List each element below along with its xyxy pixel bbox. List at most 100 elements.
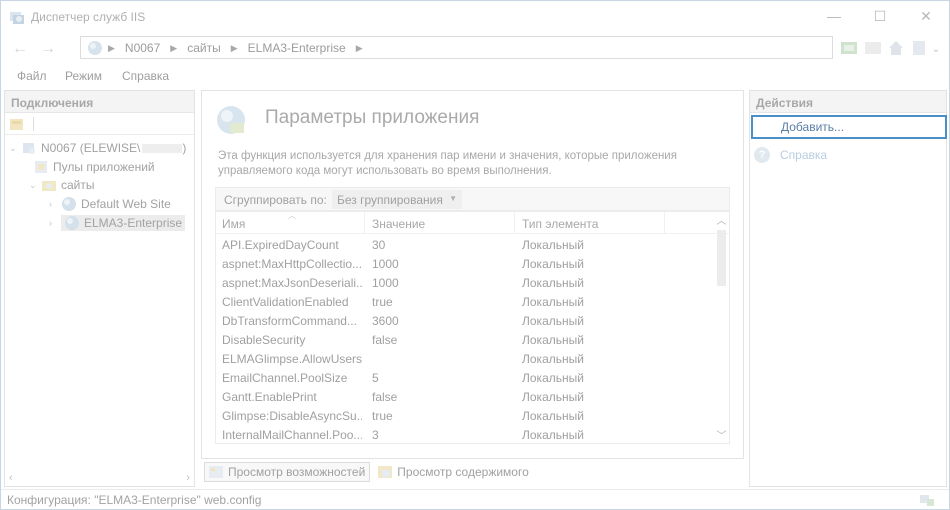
network-status-icon xyxy=(920,495,934,506)
cell-value: true xyxy=(372,295,393,309)
table-row[interactable]: Glimpse:DisableAsyncSu... true Локальный xyxy=(216,407,716,426)
selected-node: ELMA3-Enterprise xyxy=(61,215,186,231)
column-header-value[interactable]: Значение xyxy=(372,217,425,231)
maximize-button[interactable]: ☐ xyxy=(857,1,903,31)
cell-type: Локальный xyxy=(522,428,584,442)
cell-value: true xyxy=(372,409,393,423)
cell-name: InternalMailChannel.Poo... xyxy=(222,428,362,442)
column-divider[interactable] xyxy=(514,212,515,234)
help-action-link[interactable]: ? Справка xyxy=(754,147,827,163)
table-row[interactable]: ELMAGlimpse.AllowUsers Локальный xyxy=(216,350,716,369)
breadcrumb-site[interactable]: ELMA3-Enterprise xyxy=(248,41,346,55)
chevron-right-icon: ▶ xyxy=(170,43,178,53)
table-row[interactable]: aspnet:MaxJsonDeseriali... 1000 Локальный xyxy=(216,274,716,293)
vertical-scrollbar[interactable]: ︿ ﹀ xyxy=(714,212,729,443)
cell-name: DbTransformCommand... xyxy=(222,314,357,328)
chevron-down-icon: ⌄ xyxy=(29,179,37,190)
chevron-right-icon: ▶ xyxy=(230,43,238,53)
content-view-icon xyxy=(378,466,393,478)
scroll-up-icon[interactable]: ︿ xyxy=(714,212,729,228)
tab-content-view[interactable]: Просмотр содержимого xyxy=(374,462,532,482)
menu-help[interactable]: Справка xyxy=(122,69,169,83)
tab-features-view[interactable]: Просмотр возможностей xyxy=(204,462,371,482)
table-row[interactable]: InternalMailChannel.Poo... 3 Локальный xyxy=(216,426,716,443)
add-action-link[interactable]: Добавить... xyxy=(751,115,947,139)
add-connection-icon[interactable] xyxy=(9,116,25,132)
chevron-right-icon: › xyxy=(49,218,52,228)
table-row[interactable]: EmailChannel.PoolSize 5 Локальный xyxy=(216,369,716,388)
forward-icon[interactable]: → xyxy=(35,38,61,60)
tree-node-app-pools[interactable]: Пулы приложений xyxy=(33,158,155,176)
title-bar: Диспетчер служб IIS — ☐ ✕ xyxy=(1,1,949,33)
iis-manager-window: Диспетчер служб IIS — ☐ ✕ ← → ▶ N0067 ▶ … xyxy=(0,0,950,510)
back-icon[interactable]: ← xyxy=(7,38,33,60)
cell-value: 5 xyxy=(372,371,379,385)
column-header-type[interactable]: Тип элемента xyxy=(522,217,598,231)
help-icon: ? xyxy=(754,147,770,163)
scroll-right-icon[interactable]: › xyxy=(186,472,190,484)
view-tabs: Просмотр возможностей Просмотр содержимо… xyxy=(204,462,533,482)
scroll-left-icon[interactable]: ‹ xyxy=(9,472,13,484)
table-row[interactable]: DisableSecurity false Локальный xyxy=(216,331,716,350)
cell-name: aspnet:MaxJsonDeseriali... xyxy=(222,276,362,290)
globe-icon xyxy=(88,41,102,55)
scroll-down-icon[interactable]: ﹀ xyxy=(714,427,729,443)
feature-description: Эта функция используется для хранения па… xyxy=(218,150,677,177)
breadcrumb: ▶ N0067 ▶ сайты ▶ ELMA3-Enterprise ▶ xyxy=(108,41,373,55)
table-row[interactable]: API.ExpiredDayCount 30 Локальный xyxy=(216,236,716,255)
breadcrumb-server[interactable]: N0067 xyxy=(125,41,160,55)
features-view-icon xyxy=(209,466,223,478)
redacted-username xyxy=(142,143,183,153)
cell-name: API.ExpiredDayCount xyxy=(222,238,339,252)
cell-type: Локальный xyxy=(522,295,584,309)
menu-view[interactable]: Режим xyxy=(65,69,102,83)
cell-type: Локальный xyxy=(522,257,584,271)
horizontal-scrollbar[interactable]: ‹ › xyxy=(5,470,194,486)
toolbar-divider xyxy=(33,117,34,131)
minimize-button[interactable]: — xyxy=(811,1,857,31)
tree-node-server[interactable]: ⌄ N0067 (ELEWISE\) xyxy=(9,139,186,157)
chevron-right-icon: ▶ xyxy=(355,43,363,53)
actions-header: Действия xyxy=(750,91,946,113)
column-divider[interactable] xyxy=(364,212,365,234)
column-divider[interactable] xyxy=(664,212,665,234)
connections-pane: Подключения ⌄ N0067 (ELEWISE\) Пулы прил… xyxy=(4,90,195,487)
scroll-thumb[interactable] xyxy=(717,230,726,286)
tree-node-elma-site[interactable]: › ELMA3-Enterprise xyxy=(49,214,186,232)
sort-ascending-icon: ︿ xyxy=(288,211,296,220)
menu-file[interactable]: Файл xyxy=(17,69,47,83)
group-by-bar: Сгруппировать по: Без группирования ▼ xyxy=(215,187,730,211)
cell-value: 3600 xyxy=(372,314,399,328)
tree-node-sites[interactable]: ⌄ сайты xyxy=(29,176,95,194)
table-row[interactable]: Gantt.EnablePrint false Локальный xyxy=(216,388,716,407)
table-row[interactable]: DbTransformCommand... 3600 Локальный xyxy=(216,312,716,331)
cell-type: Локальный xyxy=(522,352,584,366)
stop-icon[interactable] xyxy=(864,39,882,57)
cell-value: 3 xyxy=(372,428,379,442)
iis-app-icon xyxy=(10,12,24,24)
refresh-icon[interactable] xyxy=(840,39,858,57)
close-button[interactable]: ✕ xyxy=(903,1,949,31)
settings-table: Имя ︿ Значение Тип элемента API.ExpiredD… xyxy=(215,211,730,444)
connections-header: Подключения xyxy=(5,91,194,113)
breadcrumb-sites[interactable]: сайты xyxy=(187,41,221,55)
cell-name: DisableSecurity xyxy=(222,333,306,347)
cell-name: EmailChannel.PoolSize xyxy=(222,371,348,385)
cell-value: false xyxy=(372,333,398,347)
cell-type: Локальный xyxy=(522,409,584,423)
cell-type: Локальный xyxy=(522,333,584,347)
table-row[interactable]: ClientValidationEnabled true Локальный xyxy=(216,293,716,312)
home-icon[interactable] xyxy=(887,39,905,57)
group-by-label: Сгруппировать по: xyxy=(224,193,327,207)
help-icon[interactable] xyxy=(910,39,928,57)
column-header-name[interactable]: Имя xyxy=(222,217,245,231)
status-text: Конфигурация: "ELMA3-Enterprise" web.con… xyxy=(7,493,262,507)
tree-node-default-site[interactable]: › Default Web Site xyxy=(49,195,171,213)
app-pool-icon xyxy=(35,161,47,173)
address-bar[interactable]: ▶ N0067 ▶ сайты ▶ ELMA3-Enterprise ▶ xyxy=(80,36,833,59)
group-by-select[interactable]: Без группирования ▼ xyxy=(332,190,462,209)
chevron-down-icon[interactable]: ⌄ xyxy=(928,38,944,60)
chevron-down-icon: ⌄ xyxy=(9,142,17,153)
table-row[interactable]: aspnet:MaxHttpCollectio... 1000 Локальный xyxy=(216,255,716,274)
dropdown-arrow-icon: ▼ xyxy=(449,194,457,203)
